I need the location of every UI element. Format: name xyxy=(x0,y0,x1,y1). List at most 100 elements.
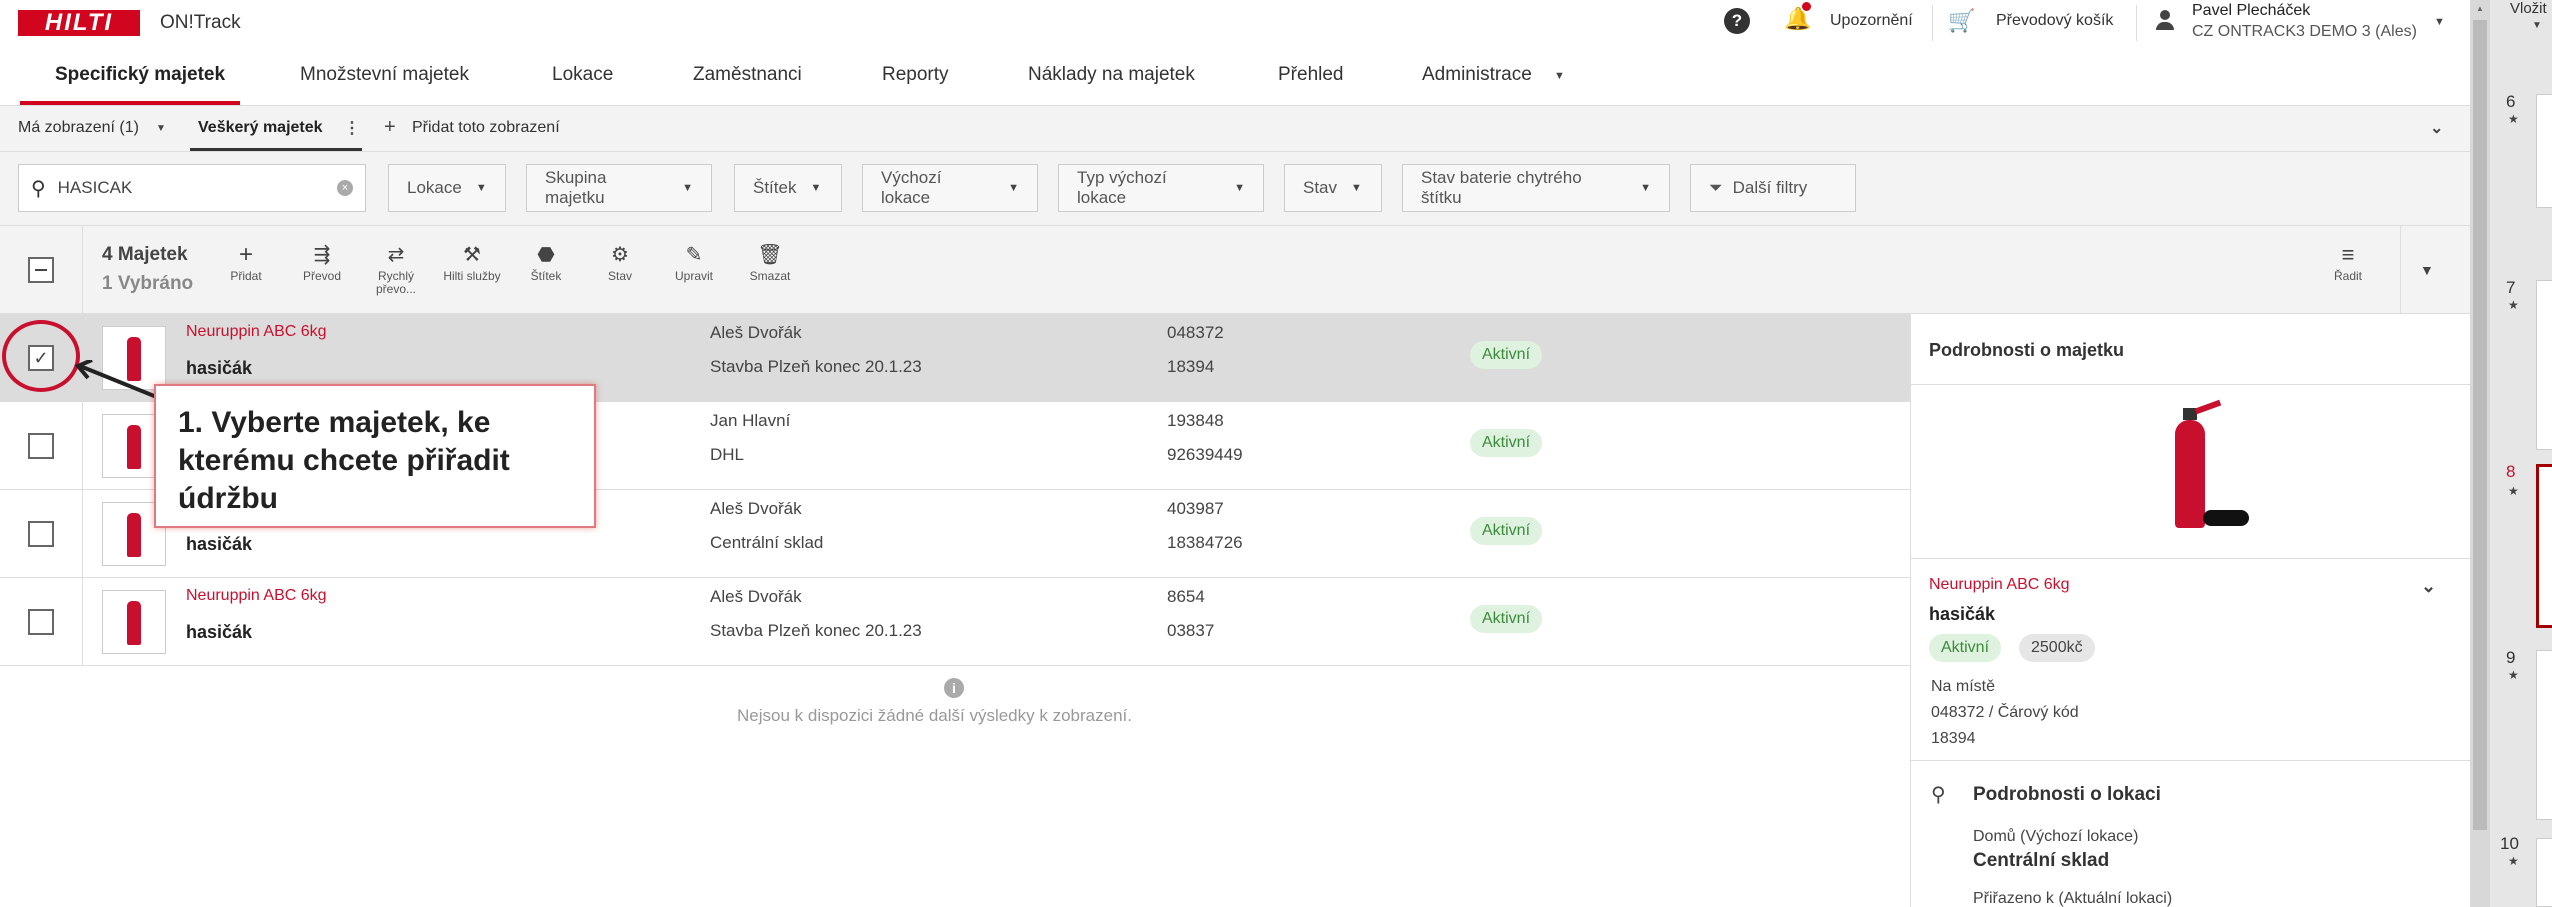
caret-down-icon: ▼ xyxy=(1640,182,1651,194)
delete-action[interactable]: 🗑 Smazat xyxy=(738,240,802,283)
filter-asset-group[interactable]: Skupina majetku ▼ xyxy=(526,164,712,212)
transfer-cart-link[interactable]: Převodový košík xyxy=(1996,12,2113,30)
tab-administration[interactable]: Administrace xyxy=(1422,64,1532,86)
responsible-person: Jan Hlavní xyxy=(710,411,791,430)
add-view-link[interactable]: Přidat toto zobrazení xyxy=(412,119,560,137)
chevron-down-icon[interactable]: ▼ xyxy=(156,123,166,134)
tab-asset-costs[interactable]: Náklady na majetek xyxy=(1028,64,1195,86)
divider xyxy=(1911,384,2471,385)
current-location: DHL xyxy=(710,445,745,464)
hilti-services-icon: ⚒ xyxy=(463,244,481,266)
filter-location[interactable]: Lokace ▼ xyxy=(388,164,506,212)
quick-transfer-action[interactable]: ⇄ Rychlý převo... xyxy=(364,240,428,296)
barcode: 03837 xyxy=(1167,621,1215,640)
search-input[interactable]: ⚲ HASICAK × xyxy=(18,164,366,212)
tab-reports[interactable]: Reporty xyxy=(882,64,949,86)
scrollbar[interactable]: ▲ xyxy=(2470,0,2490,907)
tab-overview[interactable]: Přehled xyxy=(1278,64,1344,86)
notifications-link[interactable]: Upozornění xyxy=(1830,12,1913,30)
administration-caret-icon[interactable]: ▼ xyxy=(1554,70,1565,82)
price-badge: 2500kč xyxy=(2019,634,2095,662)
asset-model[interactable]: Neuruppin ABC 6kg xyxy=(186,587,327,605)
current-location: Stavba Plzeň konec 20.1.23 xyxy=(710,621,922,640)
barcode: 18384726 xyxy=(1167,533,1243,552)
status-icon: ⚙ xyxy=(611,244,629,266)
on-site-label: Na místě xyxy=(1931,678,1996,695)
panel-title: Podrobnosti o majetku xyxy=(1929,340,2125,360)
star-icon: ★ xyxy=(2508,484,2519,498)
tab-employees[interactable]: Zaměstnanci xyxy=(693,64,802,86)
more-filters-button[interactable]: ⏷ Další filtry xyxy=(1690,164,1856,212)
slide-thumbnail[interactable] xyxy=(2536,280,2552,450)
tab-locations[interactable]: Lokace xyxy=(552,64,613,86)
asset-detail-panel: Podrobnosti o majetku Neuruppin ABC 6kg … xyxy=(1910,314,2471,907)
add-action[interactable]: + Přidat xyxy=(214,240,278,283)
expand-caret-icon[interactable]: ▼ xyxy=(2420,262,2434,278)
caret-down-icon: ▼ xyxy=(810,182,822,194)
top-bar: HILTI ON!Track ? 🔔 Upozornění 🛒 Převodov… xyxy=(0,0,2470,46)
caret-down-icon: ▼ xyxy=(475,182,487,194)
row-checkbox[interactable] xyxy=(28,433,54,459)
main-nav: Specifický majetek Množstevní majetek Lo… xyxy=(0,46,2470,106)
user-menu-caret-icon[interactable]: ▼ xyxy=(2434,16,2445,28)
divider xyxy=(1911,558,2471,559)
tab-quantity-assets[interactable]: Množstevní majetek xyxy=(300,64,469,86)
slide-thumbnail[interactable] xyxy=(2536,650,2552,820)
my-views-dropdown[interactable]: Má zobrazení (1) xyxy=(18,119,139,137)
panel-collapse-icon[interactable]: ⌄ xyxy=(2421,576,2436,597)
plus-icon[interactable]: + xyxy=(384,116,396,139)
user-org[interactable]: CZ ONTRACK3 DEMO 3 (Ales) xyxy=(2192,23,2417,41)
scroll-up-icon[interactable]: ▲ xyxy=(2476,4,2484,14)
help-icon[interactable]: ? xyxy=(1724,8,1750,34)
divider xyxy=(1932,5,1933,41)
slide-thumbnail[interactable] xyxy=(2536,838,2552,907)
hilti-services-action[interactable]: ⚒ Hilti služby xyxy=(440,240,504,283)
row-checkbox[interactable] xyxy=(28,521,54,547)
barcode-value: 18394 xyxy=(1931,730,1976,747)
active-tab-indicator xyxy=(20,101,240,105)
filter-smart-tag-battery[interactable]: Stav baterie chytrého štítku ▼ xyxy=(1402,164,1670,212)
home-location-label: Domů (Výchozí lokace) xyxy=(1973,828,2139,845)
edit-action[interactable]: ✎ Upravit xyxy=(662,240,726,283)
scrollbar-thumb[interactable] xyxy=(2473,20,2487,830)
caret-down-icon: ▼ xyxy=(1008,182,1019,194)
collapse-chevron-icon[interactable]: ⌄ xyxy=(2430,118,2443,138)
caret-down-icon: ▼ xyxy=(1351,182,1362,194)
slide-thumbnail-active[interactable] xyxy=(2536,464,2552,628)
filter-default-location[interactable]: Výchozí lokace ▼ xyxy=(862,164,1038,212)
filter-status[interactable]: Stav ▼ xyxy=(1284,164,1382,212)
divider xyxy=(1911,760,2471,761)
asset-image xyxy=(2147,398,2257,548)
asset-model[interactable]: Neuruppin ABC 6kg xyxy=(186,323,327,341)
transfer-action[interactable]: ⇶ Převod xyxy=(290,240,354,283)
select-all-checkbox[interactable] xyxy=(28,257,54,283)
tag-action[interactable]: ⬣ Štítek xyxy=(514,240,578,283)
hilti-logo[interactable]: HILTI xyxy=(18,9,140,36)
status-badge: Aktivní xyxy=(1470,429,1543,457)
star-icon: ★ xyxy=(2508,668,2519,682)
status-badge: Aktivní xyxy=(1470,517,1543,545)
table-row[interactable]: Neuruppin ABC 6kg hasičák Aleš Dvořák St… xyxy=(0,578,1910,666)
panel-asset-model[interactable]: Neuruppin ABC 6kg xyxy=(1929,576,2070,594)
all-assets-view[interactable]: Veškerý majetek xyxy=(198,119,323,137)
row-checkbox[interactable] xyxy=(28,609,54,635)
sort-action[interactable]: ≡ Řadit xyxy=(2316,240,2380,283)
user-icon[interactable] xyxy=(2156,10,2174,30)
insert-caret-icon[interactable]: ▼ xyxy=(2532,20,2542,31)
kebab-menu-icon[interactable]: ⋮ xyxy=(344,118,360,138)
filter-default-location-type[interactable]: Typ výchozí lokace ▼ xyxy=(1058,164,1264,212)
inventory-number: 8654 xyxy=(1167,587,1205,606)
insert-label[interactable]: Vložit xyxy=(2510,0,2547,17)
tab-specific-assets[interactable]: Specifický majetek xyxy=(55,64,225,86)
slide-number: 7 xyxy=(2506,278,2516,297)
divider xyxy=(2400,226,2401,314)
cart-icon[interactable]: 🛒 xyxy=(1948,8,1975,34)
barcode-line: 048372 / Čárový kód xyxy=(1931,704,2079,721)
slide-thumbnail[interactable] xyxy=(2536,94,2552,208)
clear-search-icon[interactable]: × xyxy=(337,180,353,196)
status-action[interactable]: ⚙ Stav xyxy=(588,240,652,283)
highlight-circle xyxy=(2,320,80,392)
divider xyxy=(82,226,83,314)
user-name[interactable]: Pavel Plecháček xyxy=(2192,2,2310,20)
filter-tag[interactable]: Štítek ▼ xyxy=(734,164,842,212)
